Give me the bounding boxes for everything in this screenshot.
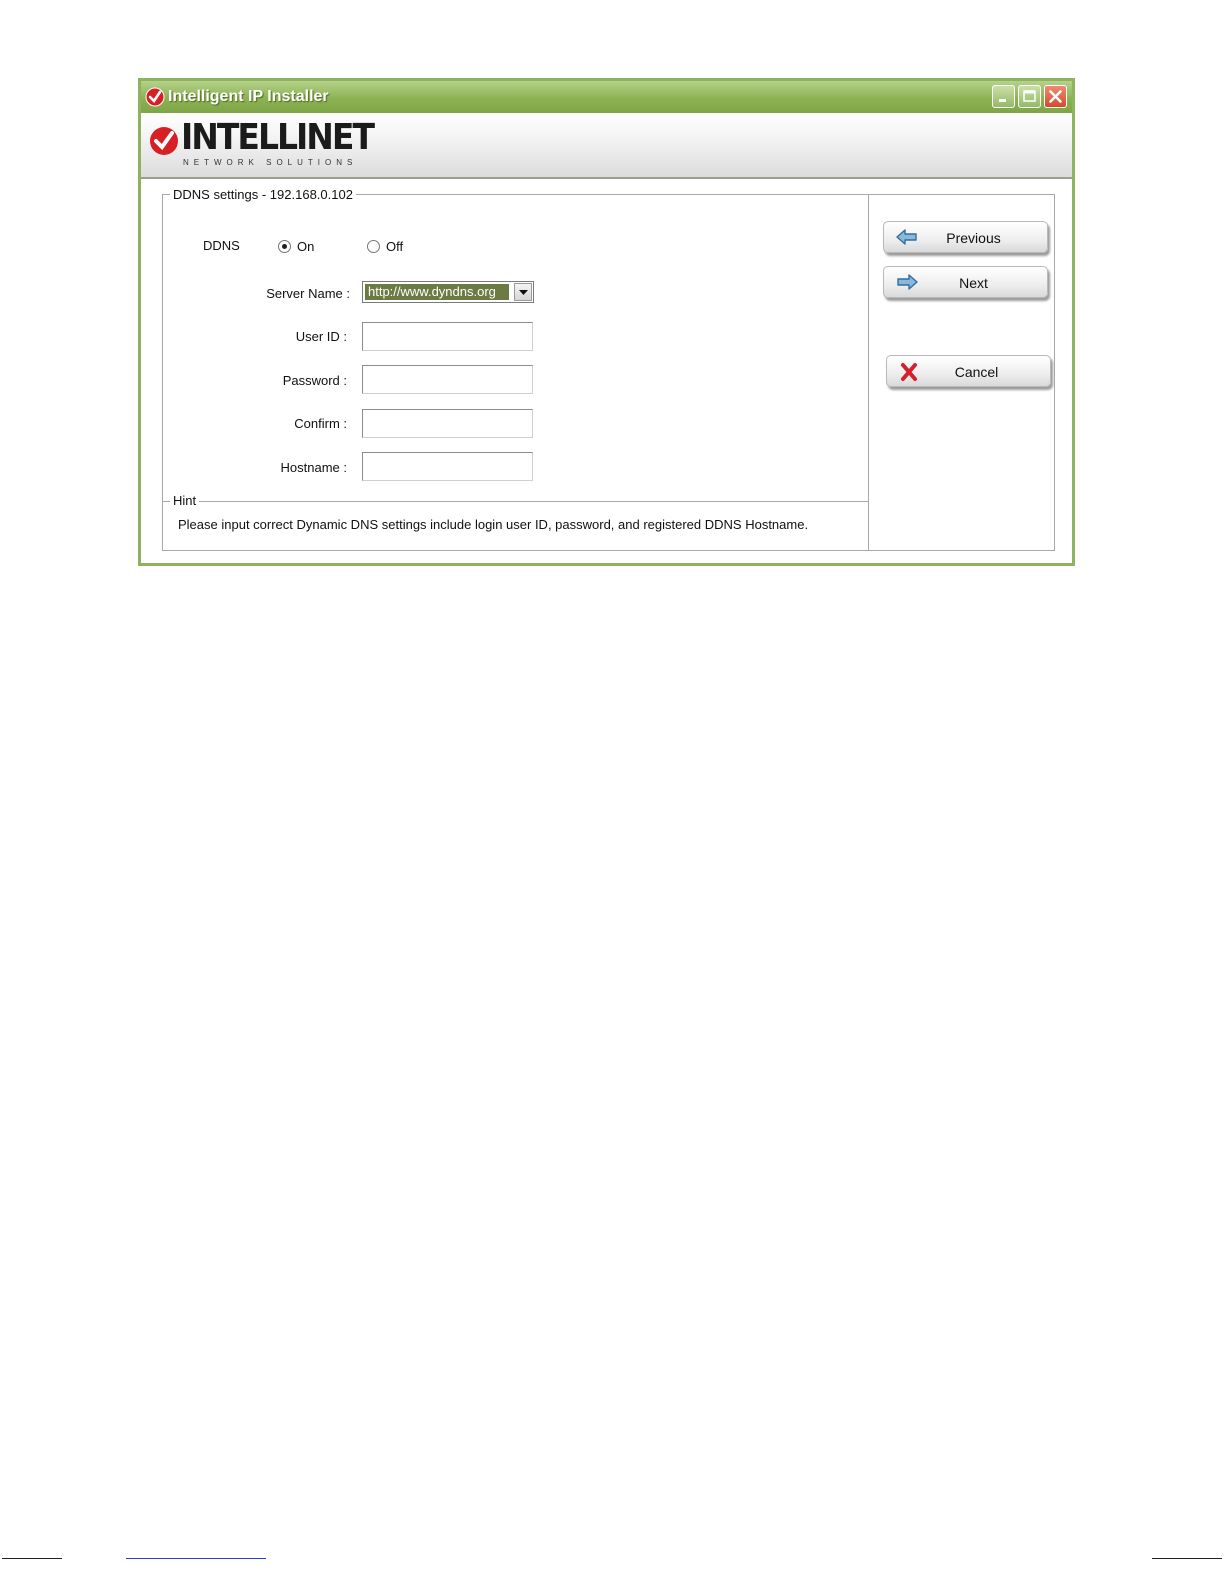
group-title: DDNS settings - 192.168.0.102 (170, 187, 356, 202)
cancel-button[interactable]: Cancel (886, 355, 1051, 387)
ddns-on-label[interactable]: On (297, 239, 314, 254)
brand-banner: INTELLINET NETWORK SOLUTIONS (141, 113, 1072, 179)
title-bar[interactable]: Intelligent IP Installer (141, 81, 1072, 113)
minimize-icon (999, 99, 1006, 102)
footer-rule-right (1152, 1558, 1222, 1559)
next-button[interactable]: Next (883, 266, 1048, 298)
user-id-input[interactable] (362, 322, 533, 351)
password-input[interactable] (362, 365, 533, 394)
panel-divider (868, 195, 869, 550)
server-name-label: Server Name : (266, 286, 350, 301)
previous-button[interactable]: Previous (883, 221, 1048, 253)
server-name-value[interactable]: http://www.dyndns.org (365, 284, 509, 300)
installer-window: Intelligent IP Installer INTELLINET NETW… (138, 78, 1075, 566)
password-label: Password : (282, 373, 347, 388)
user-id-label: User ID : (295, 329, 347, 344)
confirm-label: Confirm : (294, 416, 347, 431)
window-title: Intelligent IP Installer (168, 88, 329, 105)
hint-text: Please input correct Dynamic DNS setting… (178, 517, 809, 532)
hostname-input[interactable] (362, 452, 533, 481)
logo-text: INTELLINET (181, 115, 375, 158)
close-button[interactable] (1044, 85, 1067, 108)
footer-rule-left (2, 1558, 62, 1559)
radio-checked-icon[interactable] (278, 240, 291, 253)
intellinet-check-icon (145, 87, 165, 107)
maximize-icon (1023, 90, 1036, 102)
radio-unchecked-icon[interactable] (367, 240, 380, 253)
close-icon (1049, 90, 1062, 103)
chevron-down-icon (519, 290, 528, 295)
confirm-input[interactable] (362, 409, 533, 438)
dropdown-button[interactable] (514, 283, 532, 301)
cancel-label[interactable]: Cancel (887, 364, 1050, 380)
minimize-button[interactable] (992, 85, 1015, 108)
intellinet-logo-icon (150, 127, 178, 155)
hostname-label: Hostname : (280, 460, 347, 475)
next-label[interactable]: Next (884, 275, 1047, 291)
hint-title: Hint (170, 493, 200, 508)
previous-label[interactable]: Previous (884, 230, 1047, 246)
hint-separator (163, 501, 868, 502)
logo-subtext: NETWORK SOLUTIONS (183, 158, 358, 167)
footer-link-underline[interactable] (126, 1558, 266, 1559)
maximize-button[interactable] (1018, 85, 1041, 108)
ddns-label: DDNS (203, 238, 240, 253)
server-name-select[interactable]: http://www.dyndns.org (362, 281, 534, 303)
ddns-off-label[interactable]: Off (386, 239, 403, 254)
